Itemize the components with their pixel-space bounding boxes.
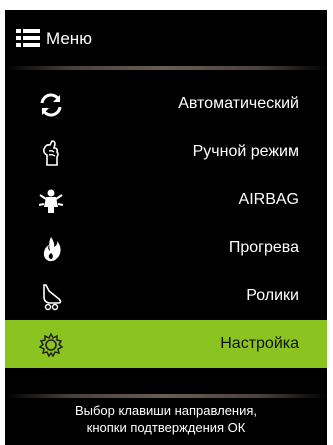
device-screen: Меню Автоматический Ручной режим AIRBAG …	[0, 0, 333, 445]
menu-item-settings[interactable]: Настройка	[5, 320, 327, 368]
menu-header: Меню	[5, 10, 327, 68]
menu-item-manual-mode[interactable]: Ручной режим	[5, 128, 327, 176]
refresh-icon	[40, 93, 62, 117]
menu-item-automatic[interactable]: Автоматический	[5, 80, 327, 128]
menu-item-airbag[interactable]: AIRBAG	[5, 176, 327, 224]
hand-icon	[43, 140, 59, 166]
menu-item-heating[interactable]: Прогрева	[5, 224, 327, 272]
footer-hint-line-1: Выбор клавиши направления,	[74, 403, 258, 418]
header-divider	[5, 66, 327, 70]
menu-item-rollers[interactable]: Ролики	[5, 272, 327, 320]
footer-hint-line-2: кнопки подтверждения ОК	[86, 420, 246, 435]
flame-icon	[43, 237, 61, 262]
menu-item-label: Настройка	[220, 335, 299, 352]
menu-item-label: Автоматический	[178, 95, 299, 112]
footer-hint: Выбор клавиши направления, кнопки подтве…	[5, 402, 327, 445]
menu-item-label: AIRBAG	[238, 191, 299, 208]
menu-item-label: Прогрева	[228, 239, 299, 256]
list-menu-icon	[16, 29, 40, 47]
main-menu: Меню Автоматический Ручной режим AIRBAG …	[5, 10, 327, 445]
footer-divider	[5, 394, 327, 398]
menu-title: Меню	[46, 29, 92, 48]
gear-icon	[38, 332, 64, 358]
airbag-icon	[38, 189, 64, 213]
menu-item-label: Ролики	[246, 287, 299, 304]
menu-item-label: Ручной режим	[192, 143, 299, 160]
roller-icon	[43, 284, 62, 311]
